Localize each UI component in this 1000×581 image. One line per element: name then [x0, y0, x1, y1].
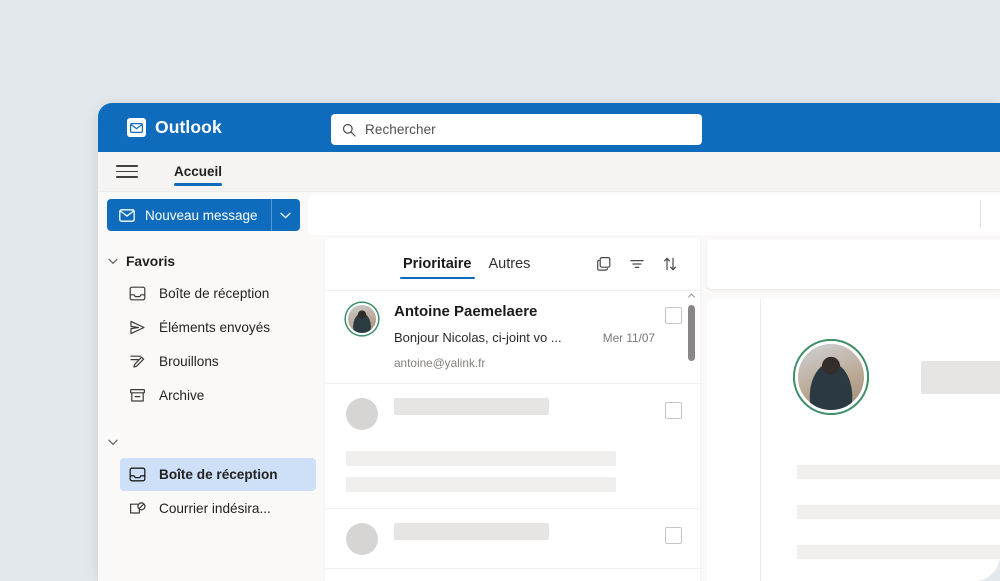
- reading-pane-content: [707, 299, 1000, 581]
- scrollbar-thumb[interactable]: [688, 305, 695, 361]
- sidebar-item-sent[interactable]: Éléments envoyés: [120, 311, 316, 344]
- search-icon: [342, 123, 356, 137]
- table-row[interactable]: [325, 509, 700, 569]
- title-bar: Outlook Rechercher: [98, 103, 1000, 152]
- message-select-checkbox[interactable]: [665, 527, 682, 544]
- table-row[interactable]: [325, 384, 700, 509]
- message-list-tools: [596, 256, 684, 272]
- new-message-split-button: Nouveau message: [107, 199, 300, 231]
- command-bar: Nouveau message: [98, 192, 1000, 238]
- avatar: [346, 303, 378, 335]
- junk-mail-icon: [130, 502, 146, 514]
- app-body: Favoris Boîte de réception Éléments envo…: [98, 238, 1000, 581]
- skeleton-bar: [346, 451, 616, 466]
- sidebar-item-drafts-label: Brouillons: [159, 354, 219, 369]
- tab-accueil[interactable]: Accueil: [174, 152, 223, 192]
- message-email: antoine@yalink.fr: [394, 356, 486, 370]
- sidebar-item-drafts[interactable]: Brouillons: [120, 345, 316, 378]
- sidebar-item-archive[interactable]: Archive: [120, 379, 316, 412]
- reading-pane-rail-divider: [760, 299, 761, 581]
- command-bar-surface: [308, 195, 1000, 235]
- pivot-autres-label: Autres: [488, 256, 531, 272]
- chevron-up-icon[interactable]: [686, 291, 697, 298]
- page-canvas: Outlook Rechercher Accueil Nouveau messa…: [0, 0, 1000, 581]
- tab-accueil-label: Accueil: [174, 164, 223, 179]
- chevron-down-icon: [108, 258, 118, 264]
- skeleton-bar: [797, 545, 1000, 559]
- hamburger-icon[interactable]: [116, 165, 138, 178]
- skeleton-bar: [394, 398, 549, 415]
- skeleton-bar: [797, 505, 1000, 519]
- app-brand: Outlook: [127, 117, 222, 138]
- sidebar-item-inbox-fav[interactable]: Boîte de réception: [120, 277, 316, 310]
- message-list-pivots: Prioritaire Autres: [397, 244, 536, 284]
- new-message-button[interactable]: Nouveau message: [107, 199, 271, 231]
- message-select-checkbox[interactable]: [665, 402, 682, 419]
- folder-sidebar: Favoris Boîte de réception Éléments envo…: [98, 238, 325, 581]
- send-icon: [130, 320, 145, 335]
- message-preview: Bonjour Nicolas, ci-joint vo ...: [394, 330, 562, 345]
- sidebar-group-account[interactable]: [98, 427, 325, 457]
- avatar: [346, 523, 378, 555]
- inbox-icon: [129, 286, 146, 301]
- skeleton-bar: [797, 465, 1000, 479]
- sidebar-item-archive-label: Archive: [159, 388, 205, 403]
- sidebar-group-favoris-label: Favoris: [126, 253, 176, 269]
- pivot-autres[interactable]: Autres: [483, 244, 537, 284]
- sort-icon[interactable]: [662, 256, 678, 272]
- envelope-icon: [119, 208, 135, 222]
- chevron-down-icon: [280, 212, 291, 218]
- message-sender: Antoine Paemelaere: [394, 303, 538, 320]
- message-list-scrollbar[interactable]: [686, 291, 697, 581]
- sidebar-item-inbox-label: Boîte de réception: [159, 467, 278, 482]
- search-input[interactable]: Rechercher: [331, 114, 702, 145]
- chevron-down-icon: [108, 439, 118, 445]
- new-message-label: Nouveau message: [145, 207, 258, 223]
- envelope-icon: [127, 118, 146, 137]
- inbox-icon: [129, 467, 146, 482]
- skeleton-bar: [921, 361, 1000, 394]
- message-select-checkbox[interactable]: [665, 307, 682, 324]
- app-title: Outlook: [155, 117, 222, 137]
- reading-pane-toolbar: [707, 239, 1000, 289]
- sidebar-item-inbox-fav-label: Boîte de réception: [159, 286, 270, 301]
- draft-pencil-icon: [130, 355, 145, 368]
- sidebar-group-favoris[interactable]: Favoris: [98, 246, 325, 276]
- avatar: [346, 398, 378, 430]
- message-list: Prioritaire Autres Antoine Paemelaere Bo…: [325, 238, 700, 581]
- command-bar-divider: [980, 200, 981, 228]
- sidebar-item-sent-label: Éléments envoyés: [159, 320, 271, 335]
- sidebar-item-junk[interactable]: Courrier indésira...: [120, 492, 316, 525]
- search-placeholder: Rechercher: [365, 122, 436, 137]
- reading-pane: [707, 238, 1000, 581]
- skeleton-bar: [394, 523, 549, 540]
- filter-icon[interactable]: [629, 256, 645, 272]
- message-date: Mer 11/07: [602, 331, 655, 345]
- table-row[interactable]: Antoine Paemelaere Bonjour Nicolas, ci-j…: [325, 291, 700, 384]
- new-message-dropdown-button[interactable]: [270, 199, 300, 231]
- conversation-view-icon[interactable]: [596, 256, 612, 272]
- message-list-header: Prioritaire Autres: [325, 238, 700, 290]
- message-list-rows: Antoine Paemelaere Bonjour Nicolas, ci-j…: [325, 290, 700, 581]
- skeleton-bar: [346, 477, 616, 492]
- outlook-app-window: Outlook Rechercher Accueil Nouveau messa…: [98, 103, 1000, 581]
- sidebar-item-junk-label: Courrier indésira...: [159, 501, 271, 516]
- archive-icon: [130, 388, 146, 402]
- sidebar-item-inbox[interactable]: Boîte de réception: [120, 458, 316, 491]
- pivot-prioritaire-label: Prioritaire: [403, 256, 472, 272]
- pivot-prioritaire[interactable]: Prioritaire: [397, 244, 478, 284]
- ribbon-tabstrip: Accueil: [98, 152, 1000, 192]
- avatar: [795, 341, 867, 413]
